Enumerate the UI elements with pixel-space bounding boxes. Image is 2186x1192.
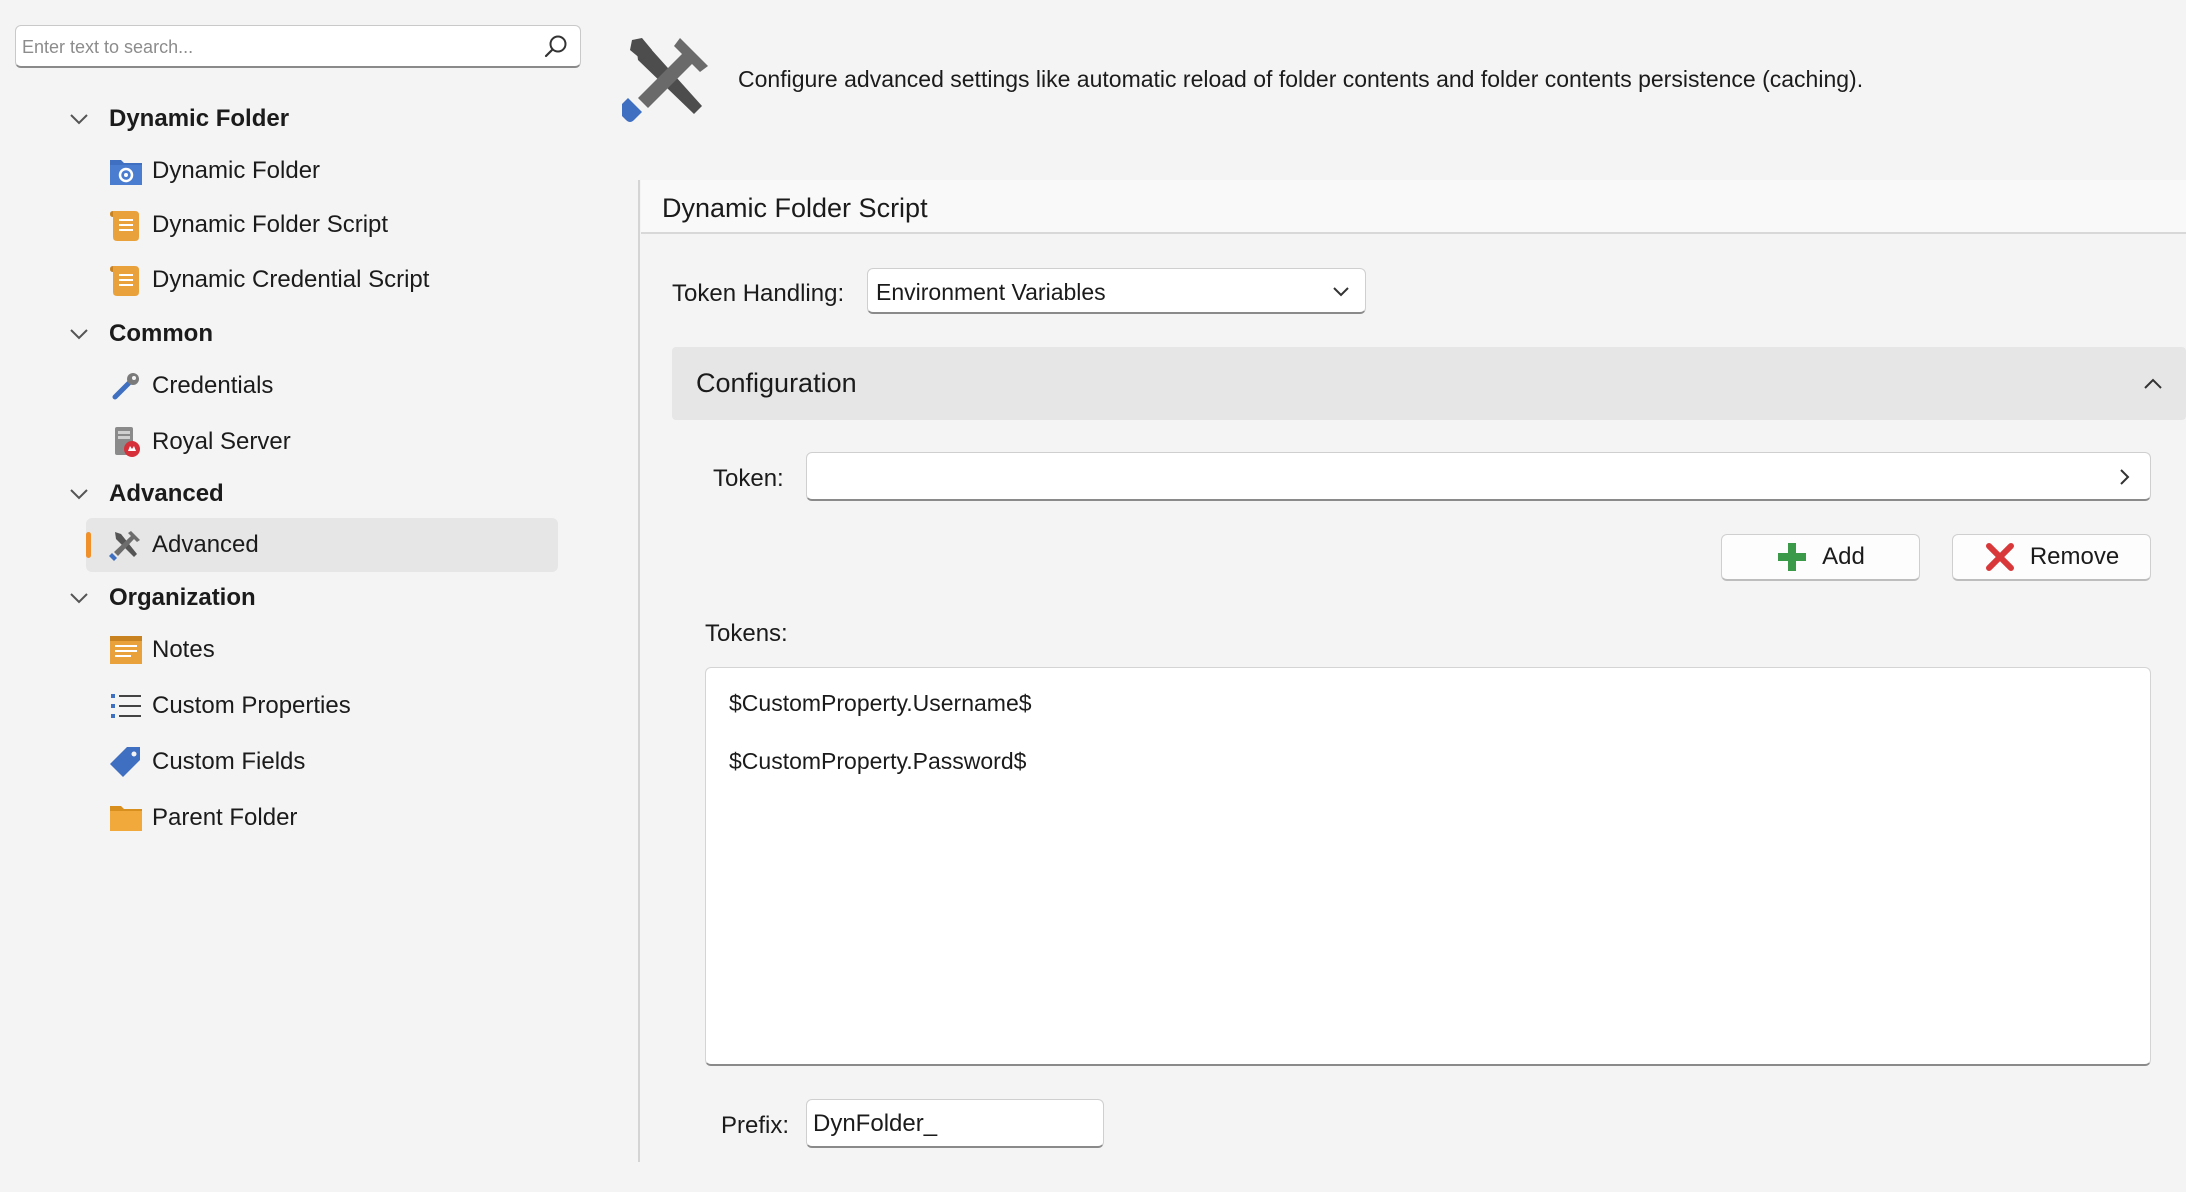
chevron-down-icon[interactable] — [66, 106, 92, 132]
notes-icon — [108, 632, 144, 668]
sidebar-item-custom-fields[interactable]: Custom Fields — [86, 735, 558, 789]
tree-group-label: Dynamic Folder — [109, 105, 290, 132]
token-label: Token: — [713, 465, 784, 492]
tree-group-dynamic-folder[interactable]: Dynamic Folder — [66, 99, 289, 139]
token-handling-value: Environment Variables — [876, 279, 1106, 305]
chevron-down-icon — [1333, 287, 1349, 297]
sidebar-item-advanced[interactable]: Advanced — [86, 518, 558, 572]
close-icon — [1985, 543, 2014, 571]
chevron-down-icon[interactable] — [66, 321, 92, 347]
sidebar-item-label: Advanced — [152, 531, 259, 558]
tools-icon — [622, 38, 708, 122]
prefix-field[interactable] — [806, 1099, 1104, 1148]
add-button[interactable]: Add — [1721, 534, 1920, 581]
prefix-label: Prefix: — [721, 1112, 790, 1139]
token-handling-label: Token Handling: — [672, 280, 845, 307]
configuration-section-header[interactable]: Configuration — [672, 347, 2186, 420]
tree-group-label: Organization — [109, 584, 256, 611]
script-icon — [108, 262, 144, 298]
panel-header: Dynamic Folder Script — [641, 180, 2186, 234]
tree-group-common[interactable]: Common — [66, 314, 213, 354]
sidebar-item-notes[interactable]: Notes — [86, 623, 558, 677]
page-title: Dynamic Folder Script — [662, 193, 928, 223]
section-title: Configuration — [696, 368, 857, 398]
search-box[interactable] — [15, 25, 581, 68]
token-handling-select[interactable]: Environment Variables — [867, 268, 1366, 314]
plus-icon — [1778, 543, 1807, 571]
pane-splitter[interactable] — [638, 180, 640, 1162]
sidebar-item-dynamic-folder[interactable]: Dynamic Folder — [86, 144, 558, 198]
sidebar-item-label: Notes — [152, 636, 215, 663]
sidebar-item-label: Parent Folder — [152, 804, 298, 831]
sidebar-item-label: Royal Server — [152, 428, 291, 455]
sidebar-item-parent-folder[interactable]: Parent Folder — [86, 791, 558, 845]
tokens-label: Tokens: — [705, 620, 788, 647]
sidebar-item-label: Dynamic Folder — [152, 157, 321, 184]
chevron-up-icon[interactable] — [2140, 371, 2166, 397]
remove-button-label: Remove — [2029, 543, 2120, 570]
sidebar-item-dynamic-credential-script[interactable]: Dynamic Credential Script — [86, 253, 558, 307]
list-item[interactable]: $CustomProperty.Password$ — [729, 748, 1026, 775]
tag-icon — [108, 744, 144, 780]
tree-group-organization[interactable]: Organization — [66, 578, 256, 618]
search-input[interactable] — [22, 32, 522, 62]
list-item[interactable]: $CustomProperty.Username$ — [729, 690, 1032, 717]
add-button-label: Add — [1822, 543, 1865, 570]
sidebar-item-dynamic-folder-script[interactable]: Dynamic Folder Script — [86, 198, 558, 252]
key-icon — [108, 368, 144, 404]
chevron-right-icon[interactable] — [2112, 465, 2136, 489]
chevron-down-icon[interactable] — [66, 481, 92, 507]
tools-icon — [108, 527, 144, 563]
chevron-down-icon[interactable] — [66, 585, 92, 611]
selection-indicator — [86, 532, 91, 558]
search-icon[interactable] — [542, 33, 570, 61]
sidebar-item-label: Custom Fields — [152, 748, 306, 775]
list-icon — [108, 688, 144, 724]
sidebar-item-label: Dynamic Folder Script — [152, 211, 389, 238]
sidebar-item-label: Custom Properties — [152, 692, 351, 719]
sidebar-item-credentials[interactable]: Credentials — [86, 359, 558, 413]
tree-group-advanced[interactable]: Advanced — [66, 474, 224, 514]
folder-icon — [108, 800, 144, 836]
token-input[interactable] — [806, 452, 2151, 501]
sidebar-item-label: Dynamic Credential Script — [152, 266, 430, 293]
tree-group-label: Advanced — [109, 480, 224, 507]
header-description: Configure advanced settings like automat… — [738, 66, 1864, 92]
folder-gear-icon — [108, 153, 144, 189]
tokens-list[interactable]: $CustomProperty.Username$ $CustomPropert… — [705, 667, 2151, 1066]
sidebar-item-royal-server[interactable]: Royal Server — [86, 415, 558, 469]
tree-group-label: Common — [109, 320, 213, 347]
server-icon — [108, 424, 144, 460]
sidebar-item-label: Credentials — [152, 372, 274, 399]
script-icon — [108, 207, 144, 243]
remove-button[interactable]: Remove — [1952, 534, 2151, 581]
prefix-input[interactable] — [813, 1108, 1093, 1140]
sidebar-item-custom-properties[interactable]: Custom Properties — [86, 679, 558, 733]
